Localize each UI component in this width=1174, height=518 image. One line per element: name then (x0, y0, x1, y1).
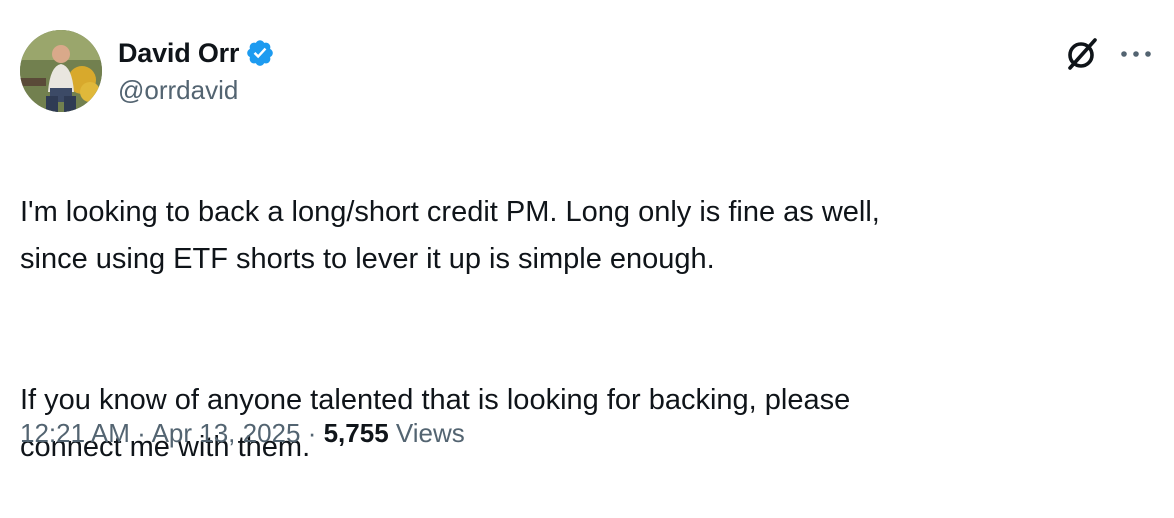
author-block: David Orr @orrdavid (118, 36, 275, 106)
meta-separator: · (137, 418, 146, 448)
tweet-time[interactable]: 12:21 AM (20, 418, 130, 448)
tweet-card: David Orr @orrdavid I'm looking to back … (0, 0, 1174, 466)
views-count[interactable]: 5,755 (324, 418, 389, 448)
verified-badge-icon[interactable] (245, 38, 275, 68)
avatar[interactable] (20, 30, 102, 112)
author-handle[interactable]: @orrdavid (118, 75, 275, 106)
grok-icon[interactable] (1062, 34, 1102, 74)
tweet-date[interactable]: Apr 13, 2025 (152, 418, 301, 448)
tweet-text: I'm looking to back a long/short credit … (20, 142, 1150, 518)
more-dots-icon[interactable] (1116, 40, 1156, 68)
display-name[interactable]: David Orr (118, 38, 239, 69)
avatar-photo (20, 30, 102, 112)
tweet-meta: 12:21 AM · Apr 13, 2025 · 5,755 Views (20, 418, 465, 449)
views-label: Views (395, 418, 465, 448)
tweet-paragraph: I'm looking to back a long/short credit … (20, 196, 880, 275)
meta-separator: · (307, 418, 317, 448)
author-name-row: David Orr (118, 36, 275, 70)
